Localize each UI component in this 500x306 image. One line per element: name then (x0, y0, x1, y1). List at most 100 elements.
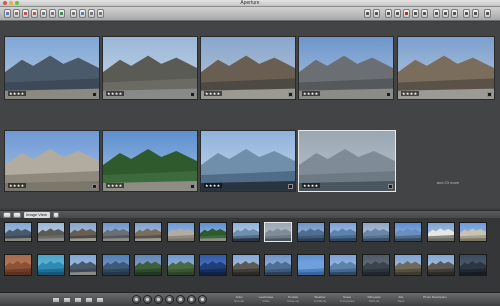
rotate-left-button[interactable] (364, 9, 371, 18)
grid-view-button[interactable] (52, 297, 60, 303)
export-button[interactable] (31, 9, 38, 18)
filmstrip-thumbnail[interactable] (296, 254, 325, 276)
info-button[interactable] (96, 297, 104, 303)
metadata-column[interactable]: Landscape Video (253, 295, 279, 303)
filmstrip-thumbnail[interactable] (36, 254, 65, 276)
split-view-button[interactable] (442, 9, 449, 18)
filmstrip-thumbnail[interactable] (101, 254, 130, 276)
rotate-right-button[interactable] (373, 9, 380, 18)
viewer-photo[interactable]: ★★★★ (4, 36, 100, 100)
viewer-photo[interactable]: ★★★★ (200, 130, 296, 192)
title-bar: Aperture (0, 0, 500, 7)
filmstrip-thumbnail[interactable] (394, 254, 422, 276)
metadata-column[interactable]: Silhouette Still Life (361, 295, 387, 303)
multiple-view-button[interactable] (472, 9, 479, 18)
import-button[interactable] (22, 9, 29, 18)
viewer-mode-button[interactable] (433, 9, 440, 18)
raise-rating-button[interactable] (176, 295, 185, 304)
filmstrip-thumbnail[interactable] (329, 222, 357, 242)
split-button[interactable] (74, 297, 82, 303)
star-rating[interactable]: ★★★★ (106, 183, 124, 188)
filmstrip-thumbnail[interactable] (329, 254, 357, 276)
filmstrip-thumbnail[interactable] (134, 254, 162, 276)
filmstrip-thumbnail[interactable] (69, 222, 97, 242)
loupe-button[interactable] (88, 9, 95, 18)
metadata-value: Composed (339, 299, 355, 303)
filmstrip-thumbnail[interactable] (231, 222, 260, 242)
filmstrip-thumbnail[interactable] (459, 254, 487, 276)
viewer-photo[interactable]: ★★★★ (102, 36, 198, 100)
metadata-column[interactable]: Photo Description (415, 295, 455, 299)
metadata-column[interactable]: Artist Normal (226, 295, 252, 303)
adjustment-badge-icon (190, 92, 195, 97)
toolbar (0, 7, 500, 21)
lift-stamp-button[interactable] (421, 9, 428, 18)
viewer-photo[interactable]: ★★★★ (200, 36, 296, 100)
filmstrip-thumbnail[interactable] (4, 222, 32, 242)
full-screen-button[interactable] (97, 9, 104, 18)
viewer-photo[interactable]: ★★★★ (298, 36, 394, 100)
filmstrip-thumbnail[interactable] (199, 222, 227, 242)
inspector-button[interactable] (13, 9, 20, 18)
filmstrip-thumbnail[interactable] (426, 254, 455, 276)
filmstrip-thumbnail[interactable] (296, 222, 325, 242)
filmstrip-thumbnail[interactable] (166, 222, 195, 242)
star-rating[interactable]: ★★★★ (204, 183, 222, 188)
list-view-button[interactable] (85, 297, 93, 303)
viewer-photo[interactable]: ★★★★ (298, 130, 396, 192)
new-project-button[interactable] (4, 9, 11, 18)
star-rating[interactable]: ★★★★ (302, 91, 320, 96)
keyword-button[interactable] (198, 295, 207, 304)
metadata-column[interactable]: Street Composed (334, 295, 360, 303)
adjustment-badge-icon (288, 184, 293, 189)
viewer-photo[interactable]: ★★★★ (397, 36, 495, 100)
filmstrip-thumbnail[interactable] (101, 222, 130, 242)
straighten-button[interactable] (385, 9, 392, 18)
filmstrip-view-button[interactable] (63, 297, 71, 303)
email-button[interactable] (40, 9, 47, 18)
filmstrip-thumbnail[interactable] (4, 254, 32, 276)
filmstrip-thumbnail[interactable] (394, 222, 422, 242)
select-button[interactable] (187, 295, 196, 304)
reject-button[interactable] (154, 295, 163, 304)
metadata-value: Close-up (286, 299, 299, 303)
spot-patch-button[interactable] (412, 9, 419, 18)
primary-only-button[interactable] (463, 9, 470, 18)
filmstrip-thumbnail[interactable] (361, 222, 390, 242)
hud-button[interactable] (484, 9, 491, 18)
metadata-column[interactable]: Portrait Close-up (280, 295, 306, 303)
viewer-photo[interactable]: ★★★★ (4, 130, 100, 192)
filmstrip-thumbnail[interactable] (361, 254, 390, 276)
previous-button[interactable] (132, 295, 141, 304)
next-button[interactable] (143, 295, 152, 304)
filmstrip-thumbnail[interactable] (166, 254, 195, 276)
lower-rating-button[interactable] (165, 295, 174, 304)
filmstrip-thumbnail[interactable] (459, 222, 487, 242)
compare-button[interactable] (79, 9, 86, 18)
stack-button[interactable] (70, 9, 77, 18)
star-rating[interactable]: ★★★★ (204, 91, 222, 96)
star-rating[interactable]: ★★★★ (401, 91, 419, 96)
metadata-column[interactable]: File Save (388, 295, 414, 303)
filmstrip-thumbnail[interactable] (199, 254, 227, 276)
metadata-column[interactable]: Weather Full Body (307, 295, 333, 303)
star-rating[interactable]: ★★★★ (8, 183, 26, 188)
print-button[interactable] (49, 9, 56, 18)
filmstrip-thumbnail[interactable] (134, 222, 162, 242)
browser-mode-button[interactable] (451, 9, 458, 18)
crop-button[interactable] (394, 9, 401, 18)
star-rating[interactable]: ★★★★ (106, 91, 124, 96)
filmstrip-thumbnail[interactable] (69, 254, 97, 276)
filmstrip-thumbnail[interactable] (264, 222, 292, 242)
filmstrip-thumbnail[interactable] (231, 254, 260, 276)
star-rating[interactable]: ★★★★ (8, 91, 26, 96)
metadata-value: Normal (234, 299, 244, 303)
viewer-photo[interactable]: ★★★★ (102, 130, 198, 192)
red-eye-button[interactable] (403, 9, 410, 18)
filmstrip-thumbnail[interactable] (264, 254, 292, 276)
web-button[interactable] (58, 9, 65, 18)
filmstrip-thumbnail[interactable] (36, 222, 65, 242)
star-rating[interactable]: ★★★★ (302, 183, 320, 188)
filmstrip-thumbnail[interactable] (426, 222, 455, 242)
metadata-value: Full Body (313, 299, 327, 303)
